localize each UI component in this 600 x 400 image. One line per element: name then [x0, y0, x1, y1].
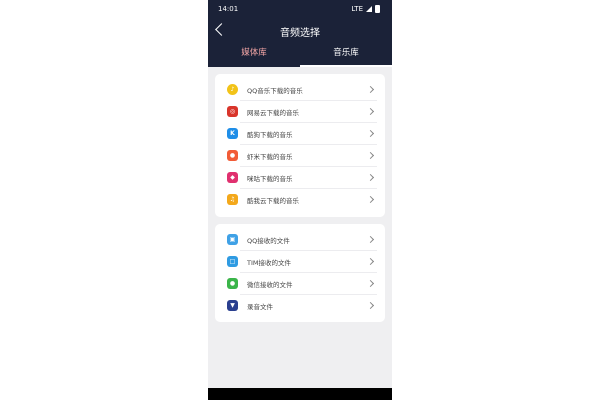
list-item-tim-files[interactable]: □ TIM接收的文件: [215, 251, 385, 273]
tab-music-library[interactable]: 音乐库: [300, 45, 392, 67]
music-apps-card: ♪ QQ音乐下载的音乐 ◎ 网易云下载的音乐 K 酷狗下载的音乐 ● 虾米下载的…: [215, 74, 385, 217]
list-item-label: TIM接收的文件: [247, 259, 291, 267]
list-item-wechat-files[interactable]: ● 微信接收的文件: [215, 273, 385, 295]
list-item-label: 虾米下载的音乐: [247, 153, 293, 161]
wechat-file-icon: ●: [227, 278, 238, 289]
migu-icon: ◆: [227, 172, 238, 183]
kuwo-icon: ♫: [227, 194, 238, 205]
list-item-migu-music[interactable]: ◆ 咪咕下载的音乐: [215, 167, 385, 189]
tim-file-icon: □: [227, 256, 238, 267]
list-item-label: QQ音乐下载的音乐: [247, 87, 303, 95]
list-item-kuwo-music[interactable]: ♫ 酷我云下载的音乐: [215, 189, 385, 211]
list-item-label: 录音文件: [247, 303, 273, 311]
list-item-netease-music[interactable]: ◎ 网易云下载的音乐: [215, 101, 385, 123]
list-item-label: 微信接收的文件: [247, 281, 293, 289]
tab-media-library[interactable]: 媒体库: [208, 45, 300, 67]
status-icons: LTE: [351, 5, 380, 13]
status-time: 14:01: [218, 5, 239, 13]
status-bar: 14:01 LTE: [208, 0, 392, 16]
tab-bar: 媒体库 音乐库: [208, 45, 392, 67]
chevron-right-icon: [366, 129, 375, 138]
list-item-label: 酷我云下载的音乐: [247, 197, 299, 205]
list-item-recordings[interactable]: ▼ 录音文件: [215, 295, 385, 317]
list-item-qq-files[interactable]: ▣ QQ接收的文件: [215, 229, 385, 251]
list-item-qq-music[interactable]: ♪ QQ音乐下载的音乐: [215, 79, 385, 101]
title-bar: 音频选择: [208, 20, 392, 42]
chevron-right-icon: [366, 301, 375, 310]
chevron-right-icon: [366, 85, 375, 94]
kugou-icon: K: [227, 128, 238, 139]
top-bar: 14:01 LTE 音频选择 媒体库 音乐库: [208, 0, 392, 67]
received-files-card: ▣ QQ接收的文件 □ TIM接收的文件 ● 微信接收的文件 ▼ 录音文件: [215, 224, 385, 322]
list-item-label: QQ接收的文件: [247, 237, 290, 245]
list-item-xiami-music[interactable]: ● 虾米下载的音乐: [215, 145, 385, 167]
xiami-icon: ●: [227, 150, 238, 161]
page-title: 音频选择: [280, 28, 320, 39]
chevron-right-icon: [366, 107, 375, 116]
battery-icon: [375, 5, 380, 13]
chevron-right-icon: [366, 257, 375, 266]
chevron-right-icon: [366, 279, 375, 288]
list-item-label: 咪咕下载的音乐: [247, 175, 293, 183]
chevron-right-icon: [366, 173, 375, 182]
list-item-kugou-music[interactable]: K 酷狗下载的音乐: [215, 123, 385, 145]
system-nav-bar: [208, 388, 392, 400]
list-item-label: 酷狗下载的音乐: [247, 131, 293, 139]
chevron-right-icon: [366, 151, 375, 160]
chevron-right-icon: [366, 235, 375, 244]
phone-screen: 14:01 LTE 音频选择 媒体库 音乐库 ♪ QQ音乐下载的音乐 ◎ 网易云…: [208, 0, 392, 400]
recording-icon: ▼: [227, 300, 238, 311]
list-item-label: 网易云下载的音乐: [247, 109, 299, 117]
chevron-right-icon: [366, 195, 375, 204]
qq-file-icon: ▣: [227, 234, 238, 245]
netease-music-icon: ◎: [227, 106, 238, 117]
signal-icon: [366, 6, 372, 12]
network-type: LTE: [351, 5, 363, 13]
qq-music-icon: ♪: [227, 84, 238, 95]
